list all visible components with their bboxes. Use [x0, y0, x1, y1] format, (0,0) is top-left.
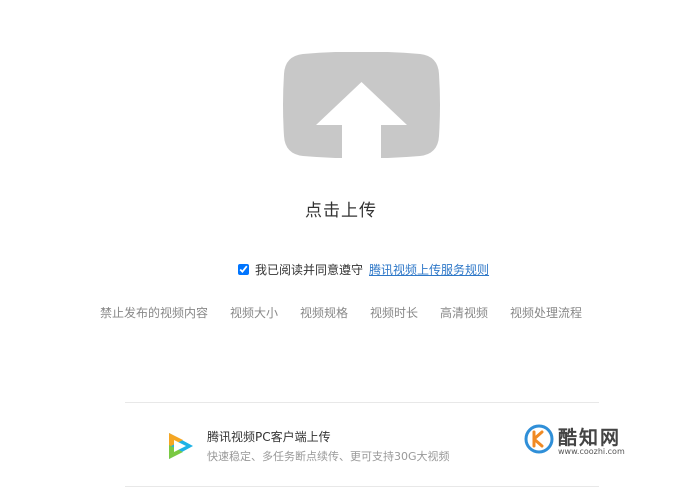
watermark: 酷知网 www.coozhi.com [518, 418, 668, 468]
agreement-checkbox[interactable] [238, 263, 249, 275]
agreement-text: 我已阅读并同意遵守 [255, 262, 364, 277]
client-title: 腾讯视频PC客户端上传 [207, 430, 331, 444]
upload-label[interactable]: 点击上传 [0, 196, 682, 221]
watermark-url: www.coozhi.com [558, 447, 625, 456]
upload-button[interactable] [283, 51, 440, 159]
link-video-duration[interactable]: 视频时长 [370, 304, 418, 321]
link-hd-video[interactable]: 高清视频 [440, 304, 488, 321]
service-rules-link[interactable]: 腾讯视频上传服务规则 [369, 261, 489, 278]
watermark-name: 酷知网 [558, 427, 622, 449]
coozhi-logo-icon [524, 424, 554, 454]
upload-arrow-icon [283, 51, 440, 159]
client-upload-block[interactable]: 腾讯视频PC客户端上传 快速稳定、多任务断点续传、更可支持30G大视频 [165, 428, 450, 464]
link-video-size[interactable]: 视频大小 [230, 304, 278, 321]
divider-top [125, 402, 599, 403]
info-links: 禁止发布的视频内容 视频大小 视频规格 视频时长 高清视频 视频处理流程 [0, 304, 682, 321]
tencent-video-logo-icon [169, 433, 193, 459]
link-processing-flow[interactable]: 视频处理流程 [510, 304, 582, 321]
agreement-row: 我已阅读并同意遵守 腾讯视频上传服务规则 [238, 260, 489, 278]
link-prohibited-content[interactable]: 禁止发布的视频内容 [100, 304, 208, 321]
client-subtitle: 快速稳定、多任务断点续传、更可支持30G大视频 [207, 450, 450, 463]
divider-bottom [125, 486, 599, 487]
link-video-spec[interactable]: 视频规格 [300, 304, 348, 321]
